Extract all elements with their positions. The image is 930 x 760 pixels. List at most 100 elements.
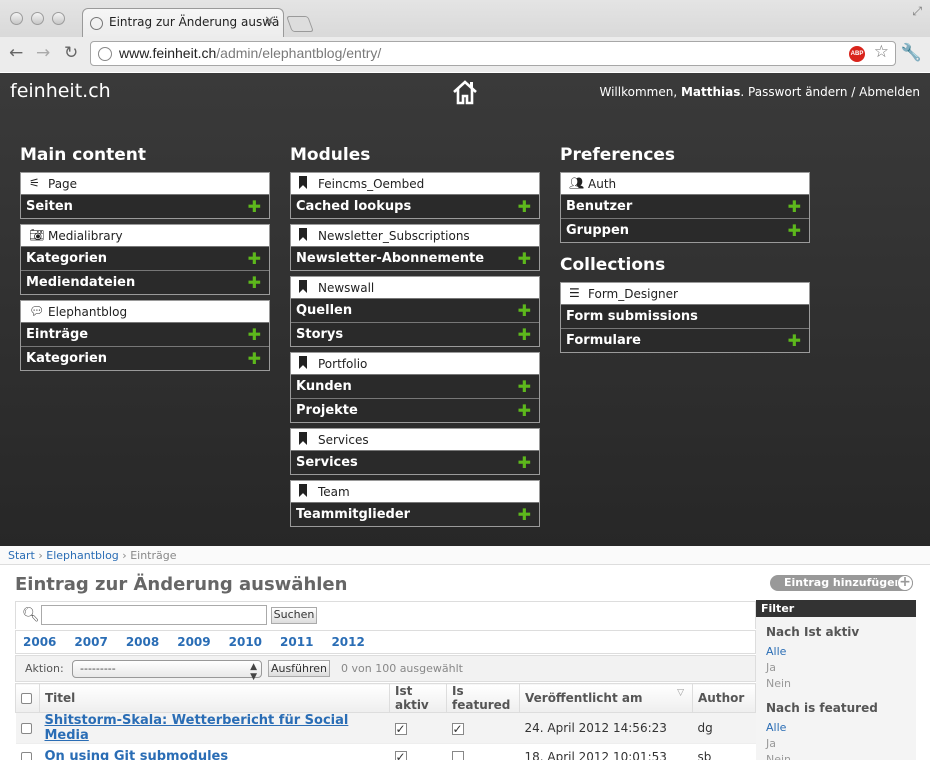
module-name[interactable]: Medialibrary xyxy=(48,229,123,243)
model-row-kategorien[interactable]: Kategorien ✚ xyxy=(21,246,269,270)
column-header-author[interactable]: Author xyxy=(692,683,756,713)
module-header-newsletter-subscriptions[interactable]: Newsletter_Subscriptions xyxy=(291,225,539,246)
model-link[interactable]: Kategorien xyxy=(26,251,107,266)
module-header-elephantblog[interactable]: 💬︎ Elephantblog xyxy=(21,301,269,322)
filter-option-alle[interactable]: Alle xyxy=(766,721,916,737)
add-plus-icon[interactable]: ✚ xyxy=(518,301,531,320)
column-header-published[interactable]: Veröffentlicht am ▽ xyxy=(519,683,693,713)
module-name[interactable]: Services xyxy=(318,433,369,447)
model-link[interactable]: Newsletter-Abonnemente xyxy=(296,251,484,266)
model-link[interactable]: Kategorien xyxy=(26,351,107,366)
model-row-gruppen[interactable]: Gruppen ✚ xyxy=(561,218,809,242)
entry-title-link[interactable]: Shitstorm-Skala: Wetterbericht für Socia… xyxy=(45,713,349,743)
model-link[interactable]: Projekte xyxy=(296,403,358,418)
model-link[interactable]: Gruppen xyxy=(566,223,629,238)
model-link[interactable]: Services xyxy=(296,455,358,470)
add-plus-icon[interactable]: ✚ xyxy=(518,197,531,216)
site-brand[interactable]: feinheit.ch xyxy=(10,80,111,102)
module-header-form-designer[interactable]: ☰ Form_Designer xyxy=(561,283,809,304)
add-entry-button[interactable]: Eintrag hinzufügen + xyxy=(770,575,913,591)
model-row-formulare[interactable]: Formulare ✚ xyxy=(561,328,809,352)
breadcrumb-start[interactable]: Start xyxy=(8,549,35,562)
entry-title-link[interactable]: On using Git submodules xyxy=(45,749,229,760)
select-all-checkbox[interactable] xyxy=(21,693,32,704)
model-row-benutzer[interactable]: Benutzer ✚ xyxy=(561,194,809,218)
logout-link[interactable]: Abmelden xyxy=(859,85,920,99)
window-zoom-button[interactable] xyxy=(52,12,65,25)
column-header-featured[interactable]: Is featured xyxy=(446,683,520,713)
new-tab-button[interactable] xyxy=(286,16,314,32)
model-link[interactable]: Cached lookups xyxy=(296,199,411,214)
breadcrumb-elephantblog[interactable]: Elephantblog xyxy=(46,549,119,562)
model-row-kunden[interactable]: Kunden ✚ xyxy=(291,374,539,398)
column-header-title[interactable]: Titel xyxy=(39,683,390,713)
module-header-services[interactable]: Services xyxy=(291,429,539,450)
window-minimize-button[interactable] xyxy=(31,12,44,25)
change-password-link[interactable]: Passwort ändern xyxy=(748,85,847,99)
model-row-storys[interactable]: Storys ✚ xyxy=(291,322,539,346)
add-plus-icon[interactable]: ✚ xyxy=(248,197,261,216)
bookmark-star-icon[interactable]: ☆ xyxy=(874,42,889,62)
address-bar[interactable]: www.feinheit.ch/admin/elephantblog/entry… xyxy=(90,41,896,66)
module-name[interactable]: Portfolio xyxy=(318,357,367,371)
home-icon[interactable] xyxy=(451,78,479,106)
forward-arrow-icon[interactable]: → xyxy=(36,43,50,63)
add-plus-icon[interactable]: ✚ xyxy=(518,325,531,344)
model-link[interactable]: Benutzer xyxy=(566,199,632,214)
tab-close-icon[interactable]: ✕ xyxy=(264,14,275,29)
search-input[interactable] xyxy=(41,605,267,625)
add-plus-icon[interactable]: ✚ xyxy=(788,197,801,216)
browser-tab[interactable]: Eintrag zur Änderung auswä ✕ xyxy=(82,8,284,38)
row-checkbox[interactable] xyxy=(20,723,32,734)
model-link[interactable]: Form submissions xyxy=(566,309,698,324)
module-name[interactable]: Feincms_Oembed xyxy=(318,177,424,191)
module-name[interactable]: Team xyxy=(318,485,350,499)
year-link-2011[interactable]: 2011 xyxy=(280,635,313,649)
column-header-active[interactable]: Ist aktiv xyxy=(389,683,447,713)
fullscreen-icon[interactable]: ⤢ xyxy=(912,4,922,19)
wrench-icon[interactable]: 🔧 xyxy=(901,43,922,63)
module-name[interactable]: Elephantblog xyxy=(48,305,127,319)
module-header-auth[interactable]: 👥︎ Auth xyxy=(561,173,809,194)
filter-option-alle[interactable]: Alle xyxy=(766,645,916,661)
model-row-services[interactable]: Services ✚ xyxy=(291,450,539,474)
run-action-button[interactable]: Ausführen xyxy=(268,660,330,677)
module-name[interactable]: Page xyxy=(48,177,77,191)
add-plus-icon[interactable]: ✚ xyxy=(518,505,531,524)
add-plus-icon[interactable]: ✚ xyxy=(248,349,261,368)
add-plus-icon[interactable]: ✚ xyxy=(518,453,531,472)
adblock-icon[interactable]: ABP xyxy=(849,46,865,62)
model-link[interactable]: Kunden xyxy=(296,379,352,394)
year-link-2006[interactable]: 2006 xyxy=(23,635,56,649)
filter-option-nein[interactable]: Nein xyxy=(766,677,916,693)
model-row-newsletter-abonnemente[interactable]: Newsletter-Abonnemente ✚ xyxy=(291,246,539,270)
module-header-newswall[interactable]: Newswall xyxy=(291,277,539,298)
module-name[interactable]: Newswall xyxy=(318,281,374,295)
model-link[interactable]: Seiten xyxy=(26,199,73,214)
model-row-kategorien[interactable]: Kategorien ✚ xyxy=(21,346,269,370)
model-link[interactable]: Mediendateien xyxy=(26,275,135,290)
filter-option-ja[interactable]: Ja xyxy=(766,661,916,677)
search-button[interactable]: Suchen xyxy=(271,607,317,624)
model-row-form-submissions[interactable]: Form submissions xyxy=(561,304,809,328)
model-link[interactable]: Einträge xyxy=(26,327,88,342)
year-link-2009[interactable]: 2009 xyxy=(177,635,210,649)
model-row-teammitglieder[interactable]: Teammitglieder ✚ xyxy=(291,502,539,526)
back-arrow-icon[interactable]: ← xyxy=(9,43,23,63)
module-name[interactable]: Newsletter_Subscriptions xyxy=(318,229,470,243)
model-row-cached-lookups[interactable]: Cached lookups ✚ xyxy=(291,194,539,218)
sort-descending-icon[interactable]: ▽ xyxy=(677,688,684,698)
year-link-2008[interactable]: 2008 xyxy=(126,635,159,649)
row-checkbox[interactable] xyxy=(20,751,32,760)
year-link-2007[interactable]: 2007 xyxy=(74,635,107,649)
add-plus-icon[interactable]: ✚ xyxy=(788,221,801,240)
model-row-projekte[interactable]: Projekte ✚ xyxy=(291,398,539,422)
add-plus-icon[interactable]: ✚ xyxy=(248,325,261,344)
module-header-feincms-oembed[interactable]: Feincms_Oembed xyxy=(291,173,539,194)
add-plus-icon[interactable]: ✚ xyxy=(248,249,261,268)
model-link[interactable]: Teammitglieder xyxy=(296,507,410,522)
add-plus-icon[interactable]: ✚ xyxy=(518,377,531,396)
model-row-quellen[interactable]: Quellen ✚ xyxy=(291,298,539,322)
year-link-2012[interactable]: 2012 xyxy=(331,635,364,649)
action-select[interactable]: --------- ▲ ▼ xyxy=(72,660,262,682)
